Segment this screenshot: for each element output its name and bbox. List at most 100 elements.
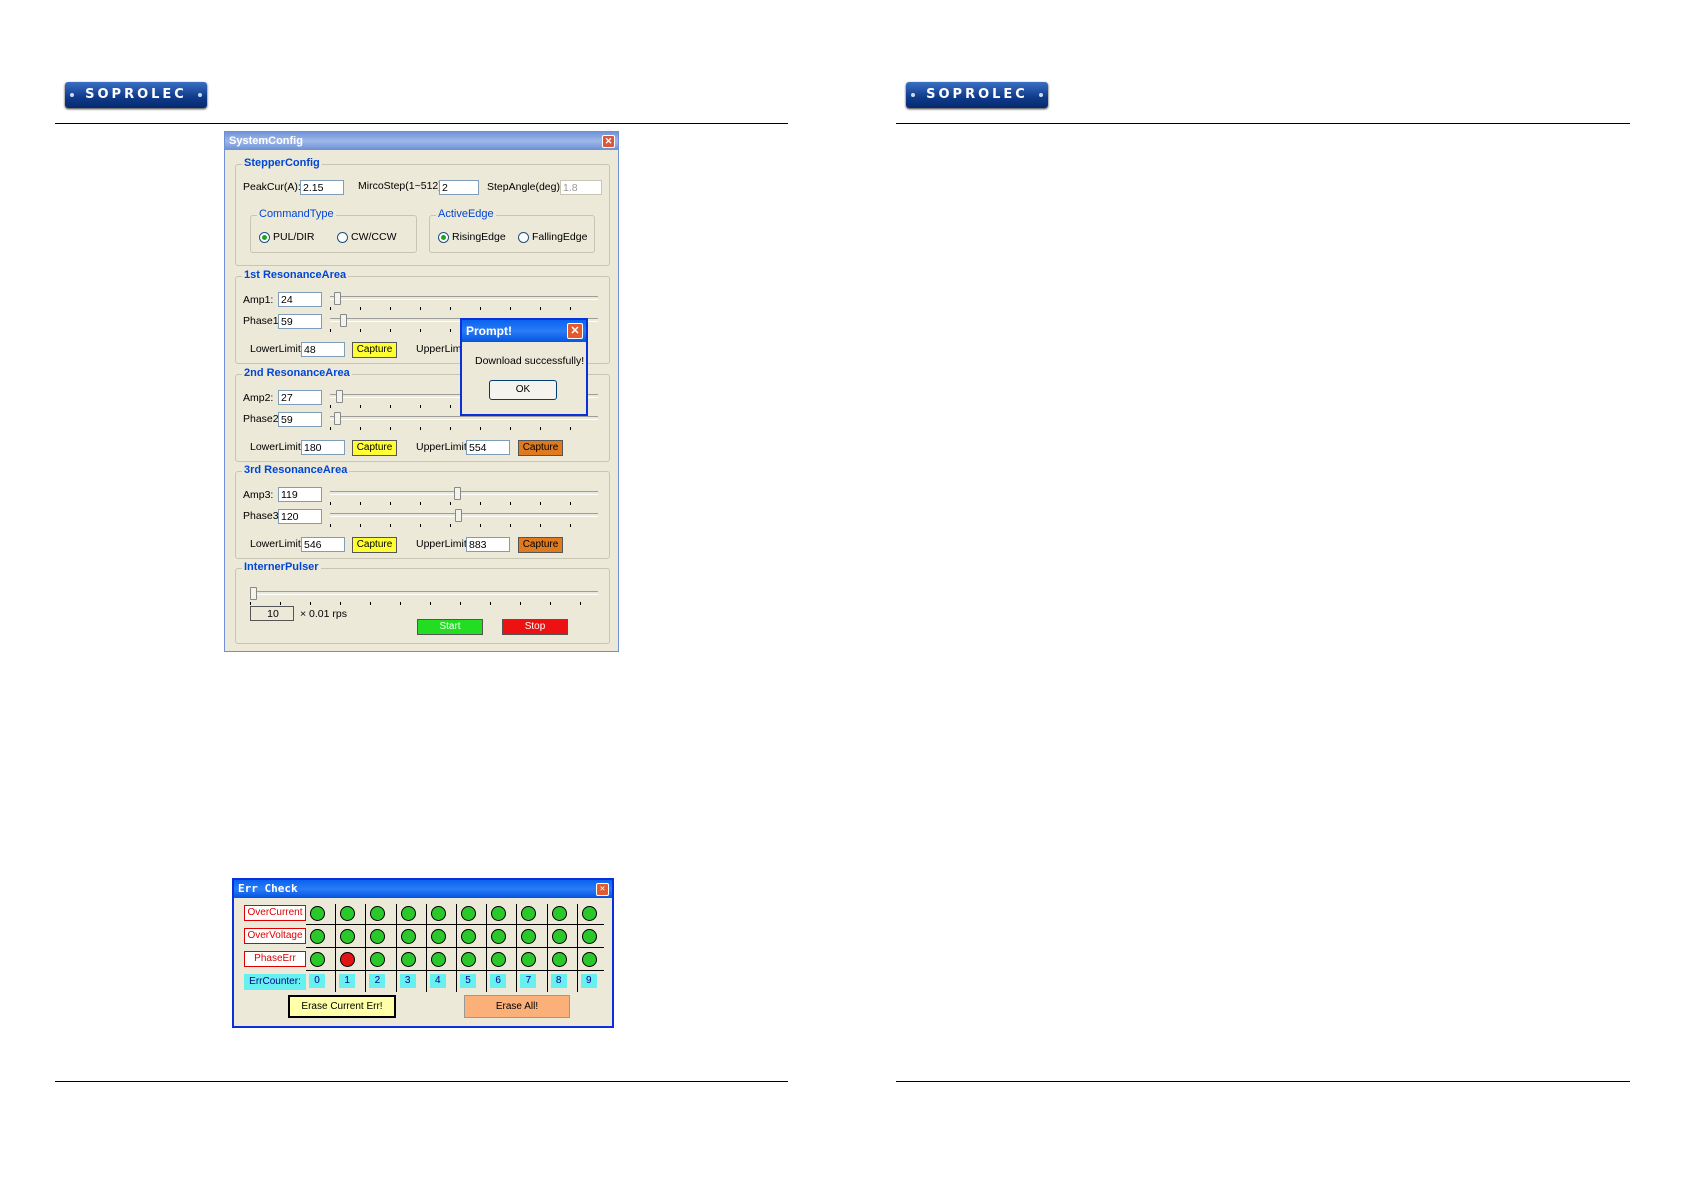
phase1-input[interactable]: 59: [278, 314, 322, 329]
amp2-label: Amp2:: [243, 392, 274, 404]
err-check-close-icon[interactable]: ✕: [596, 883, 609, 896]
err-row-label: PhaseErr: [244, 951, 306, 967]
microstep-input[interactable]: 2: [439, 180, 479, 195]
res3-upper-input[interactable]: 883: [466, 537, 510, 552]
command-type-legend: CommandType: [257, 208, 336, 220]
status-led-icon: [491, 929, 507, 944]
pulser-value[interactable]: 10: [250, 606, 294, 621]
status-led-icon: [400, 906, 416, 921]
erase-all-button[interactable]: Erase All!: [464, 995, 570, 1018]
radio-rising-edge[interactable]: [438, 232, 449, 243]
logo-text-right: SOPROLEC: [926, 87, 1028, 102]
pulser-unit-label: × 0.01 rps: [300, 608, 347, 620]
prompt-message: Download successfully!: [475, 355, 585, 367]
status-led-icon: [581, 952, 597, 967]
status-led-icon: [310, 906, 325, 921]
status-led-icon: [400, 952, 416, 967]
peak-current-label: PeakCur(A):: [243, 181, 301, 193]
status-led-icon: [370, 929, 386, 944]
column-divider: [486, 904, 488, 992]
res1-lower-capture-button[interactable]: Capture: [352, 342, 397, 358]
active-edge-group: ActiveEdge RisingEdge FallingEdge: [429, 208, 595, 253]
step-angle-input[interactable]: 1.8: [560, 180, 602, 195]
header-rule-left: [55, 123, 788, 124]
column-divider: [576, 904, 578, 992]
res3-upper-label: UpperLimit:: [416, 538, 470, 550]
res1-lower-label: LowerLimit:: [250, 343, 304, 355]
res2-lower-label: LowerLimit:: [250, 441, 304, 453]
column-divider: [456, 904, 457, 992]
res3-lower-label: LowerLimit:: [250, 538, 304, 550]
prompt-titlebar: Prompt! ✕: [462, 320, 586, 342]
status-led-icon: [430, 929, 446, 944]
status-led-icon: [551, 929, 567, 944]
pul-dir-label: PUL/DIR: [273, 231, 315, 243]
res2-upper-input[interactable]: 554: [466, 440, 510, 455]
soprolec-logo: SOPROLEC: [65, 82, 207, 108]
stepper-legend: StepperConfig: [242, 157, 322, 169]
res1-legend: 1st ResonanceArea: [242, 269, 349, 281]
err-counter-cell: 4: [429, 974, 446, 988]
res2-lower-input[interactable]: 180: [301, 440, 345, 455]
status-led-icon: [400, 929, 416, 944]
prompt-close-icon[interactable]: ✕: [567, 323, 583, 339]
err-counter-cell: 2: [369, 974, 386, 988]
pulser-slider[interactable]: [250, 587, 598, 605]
start-button[interactable]: Start: [417, 619, 483, 635]
amp1-input[interactable]: 24: [278, 292, 322, 307]
column-divider: [516, 904, 518, 992]
status-led-icon: [491, 952, 507, 967]
phase2-input[interactable]: 59: [278, 412, 322, 427]
command-type-group: CommandType PUL/DIR CW/CCW: [250, 208, 417, 253]
phase3-label: Phase3:: [243, 510, 282, 522]
res3-lower-capture-button[interactable]: Capture: [352, 537, 397, 553]
phase3-slider[interactable]: [330, 509, 598, 527]
erase-current-button[interactable]: Erase Current Err!: [288, 995, 396, 1018]
status-led-icon: [430, 952, 446, 967]
res1-lower-input[interactable]: 48: [301, 342, 345, 357]
amp3-input[interactable]: 119: [278, 487, 322, 502]
err-row-label: OverCurrent: [244, 905, 306, 921]
status-led-icon: [521, 906, 537, 921]
pulser-legend: InternerPulser: [242, 561, 321, 573]
status-led-icon: [370, 906, 386, 921]
cw-ccw-label: CW/CCW: [351, 231, 397, 243]
footer-rule-left: [55, 1081, 788, 1082]
res2-lower-capture-button[interactable]: Capture: [352, 440, 397, 456]
amp1-slider[interactable]: [330, 292, 598, 310]
res3-lower-input[interactable]: 546: [301, 537, 345, 552]
amp3-slider[interactable]: [330, 487, 598, 505]
microstep-label: MircoStep(1~512):: [358, 180, 445, 192]
peak-current-input[interactable]: 2.15: [300, 180, 344, 195]
status-led-icon: [461, 929, 476, 944]
res3-legend: 3rd ResonanceArea: [242, 464, 350, 476]
res3-upper-capture-button[interactable]: Capture: [518, 537, 563, 553]
phase3-input[interactable]: 120: [278, 509, 322, 524]
stop-button[interactable]: Stop: [502, 619, 568, 635]
close-icon[interactable]: ✕: [602, 135, 615, 148]
amp3-label: Amp3:: [243, 489, 274, 501]
header-rule-right: [896, 123, 1630, 124]
radio-cw-ccw[interactable]: [337, 232, 348, 243]
prompt-dialog: Prompt! ✕ Download successfully! OK: [460, 318, 588, 416]
radio-falling-edge[interactable]: [518, 232, 529, 243]
err-check-window: Err Check ✕ Erase Current Err! Erase All…: [232, 878, 614, 1028]
err-row-label: OverVoltage: [244, 928, 306, 944]
amp1-label: Amp1:: [243, 294, 274, 306]
row-divider: [306, 970, 604, 971]
stepper-config-group: StepperConfig PeakCur(A): 2.15 MircoStep…: [235, 157, 610, 266]
res2-upper-capture-button[interactable]: Capture: [518, 440, 563, 456]
status-led-icon: [340, 929, 356, 944]
amp2-input[interactable]: 27: [278, 390, 322, 405]
res2-legend: 2nd ResonanceArea: [242, 367, 352, 379]
logo-text: SOPROLEC: [85, 87, 187, 102]
radio-pul-dir[interactable]: [259, 232, 270, 243]
row-divider: [306, 947, 604, 948]
status-led-icon: [551, 952, 567, 967]
status-led-icon: [340, 952, 356, 967]
column-divider: [546, 904, 548, 992]
window-title: SystemConfig: [229, 135, 303, 147]
status-led-icon: [310, 929, 325, 944]
ok-button[interactable]: OK: [489, 380, 557, 400]
pulser-group: InternerPulser 10 × 0.01 rps Start Stop: [235, 561, 610, 644]
